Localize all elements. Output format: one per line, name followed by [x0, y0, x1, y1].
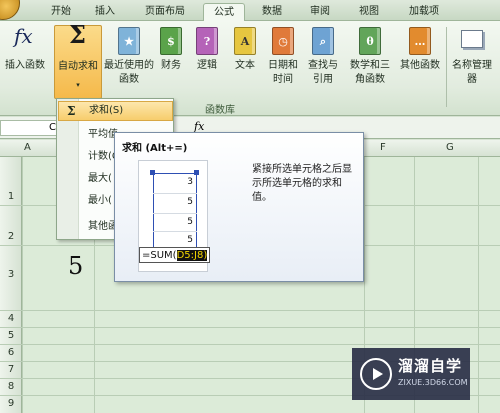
math-book-icon: θ	[356, 27, 384, 57]
name-manager-icon	[458, 27, 486, 57]
date-book-icon: ◷	[269, 27, 297, 57]
math-trig-button[interactable]: θ 数学和三角函数	[346, 25, 394, 99]
row-8-header[interactable]: 8	[0, 381, 22, 392]
row-6-header[interactable]: 6	[0, 347, 22, 358]
chevron-down-icon: ▾	[76, 81, 80, 89]
ribbon-tab-strip: 开始 插入 页面布局 公式 数据 审阅 视图 加载项	[0, 0, 500, 22]
row-header: 1 2 3 4 5 6 7 8 9	[0, 157, 22, 413]
menu-item-sum-label: 求和(S)	[89, 105, 124, 116]
column-f-header[interactable]: F	[380, 142, 386, 153]
column-a-header[interactable]: A	[24, 142, 31, 153]
tab-page-layout[interactable]: 页面布局	[138, 3, 192, 21]
recent-functions-label: 最近使用的函数	[104, 60, 154, 85]
row-1-header[interactable]: 1	[0, 191, 22, 202]
date-time-label: 日期和时间	[268, 60, 298, 85]
sigma-icon: Σ	[69, 20, 86, 49]
watermark-logo: 溜溜自学 ZIXUE.3D66.COM	[352, 348, 470, 400]
preview-value: 5	[187, 235, 193, 245]
row-7-header[interactable]: 7	[0, 364, 22, 375]
name-manager-button[interactable]: 名称管理器	[450, 25, 494, 99]
tab-home[interactable]: 开始	[44, 3, 78, 21]
tab-data[interactable]: 数据	[257, 3, 287, 21]
text-book-icon: A	[231, 27, 259, 57]
column-g-header[interactable]: G	[446, 142, 454, 153]
financial-label: 财务	[161, 60, 181, 71]
tooltip-preview: 3 5 5 5 =SUM(D5:J8)	[138, 160, 211, 272]
math-trig-label: 数学和三角函数	[350, 60, 390, 85]
tab-view[interactable]: 视图	[352, 3, 386, 21]
logical-label: 逻辑	[197, 60, 217, 71]
row-3-header[interactable]: 3	[0, 269, 22, 280]
menu-item-sum[interactable]: Σ 求和(S)	[58, 101, 173, 121]
preview-value: 3	[187, 177, 193, 187]
fx-icon: fx	[14, 24, 33, 48]
row-4-header[interactable]: 4	[0, 313, 22, 324]
autosum-tooltip: 求和 (Alt+=) 紧接所选单元格之后显示所选单元格的求和值。 3 5 5 5…	[114, 132, 364, 282]
cell-value[interactable]: 5	[68, 252, 83, 280]
selection-handle	[150, 170, 155, 175]
lookup-reference-label: 查找与引用	[308, 60, 338, 85]
sigma-icon: Σ	[67, 104, 76, 118]
finance-book-icon: $	[157, 27, 185, 57]
tab-addins[interactable]: 加载项	[402, 3, 446, 21]
insert-function-label: 插入函数	[5, 60, 45, 71]
row-5-header[interactable]: 5	[0, 330, 22, 341]
office-button[interactable]	[0, 0, 20, 20]
more-functions-button[interactable]: … 其他函数	[396, 25, 444, 99]
more-book-icon: …	[406, 27, 434, 57]
row-9-header[interactable]: 9	[0, 398, 22, 409]
autosum-label: 自动求和	[58, 61, 98, 72]
tooltip-description: 紧接所选单元格之后显示所选单元格的求和值。	[252, 164, 352, 203]
date-time-button[interactable]: ◷ 日期和时间	[266, 25, 300, 99]
tab-insert[interactable]: 插入	[88, 3, 122, 21]
text-button[interactable]: A 文本	[228, 25, 262, 99]
grid-line	[22, 157, 23, 413]
formula-range: D5:J8)	[176, 250, 208, 261]
watermark-title: 溜溜自学	[398, 357, 463, 375]
grid-line	[0, 344, 500, 345]
name-manager-label: 名称管理器	[452, 60, 492, 85]
group-divider	[446, 27, 447, 107]
text-label: 文本	[235, 60, 255, 71]
recent-book-icon: ★	[115, 27, 143, 57]
lookup-reference-button[interactable]: ⌕ 查找与引用	[304, 25, 342, 99]
tab-review[interactable]: 审阅	[303, 3, 337, 21]
preview-gridline	[153, 231, 197, 232]
tab-formulas[interactable]: 公式	[203, 3, 245, 22]
formula-prefix: =SUM(	[142, 250, 177, 261]
watermark-subtitle: ZIXUE.3D66.COM	[398, 378, 468, 387]
grid-line	[0, 310, 500, 311]
insert-function-button[interactable]: fx 插入函数	[2, 25, 48, 99]
tooltip-title: 求和 (Alt+=)	[122, 143, 188, 154]
autosum-button[interactable]: Σ 自动求和 ▾	[54, 20, 102, 99]
recent-functions-button[interactable]: ★ 最近使用的函数	[104, 25, 154, 99]
financial-button[interactable]: $ 财务	[156, 25, 186, 99]
preview-gridline	[153, 213, 197, 214]
selection-handle	[194, 170, 199, 175]
play-logo-icon	[360, 358, 392, 390]
preview-value: 5	[187, 217, 193, 227]
preview-gridline	[153, 193, 197, 194]
logic-book-icon: ?	[193, 27, 221, 57]
preview-value: 5	[187, 197, 193, 207]
grid-line	[0, 327, 500, 328]
more-functions-label: 其他函数	[400, 60, 440, 71]
row-2-header[interactable]: 2	[0, 231, 22, 242]
lookup-book-icon: ⌕	[309, 27, 337, 57]
logical-button[interactable]: ? 逻辑	[192, 25, 222, 99]
preview-formula: =SUM(D5:J8)	[139, 247, 211, 263]
grid-line	[478, 157, 479, 413]
